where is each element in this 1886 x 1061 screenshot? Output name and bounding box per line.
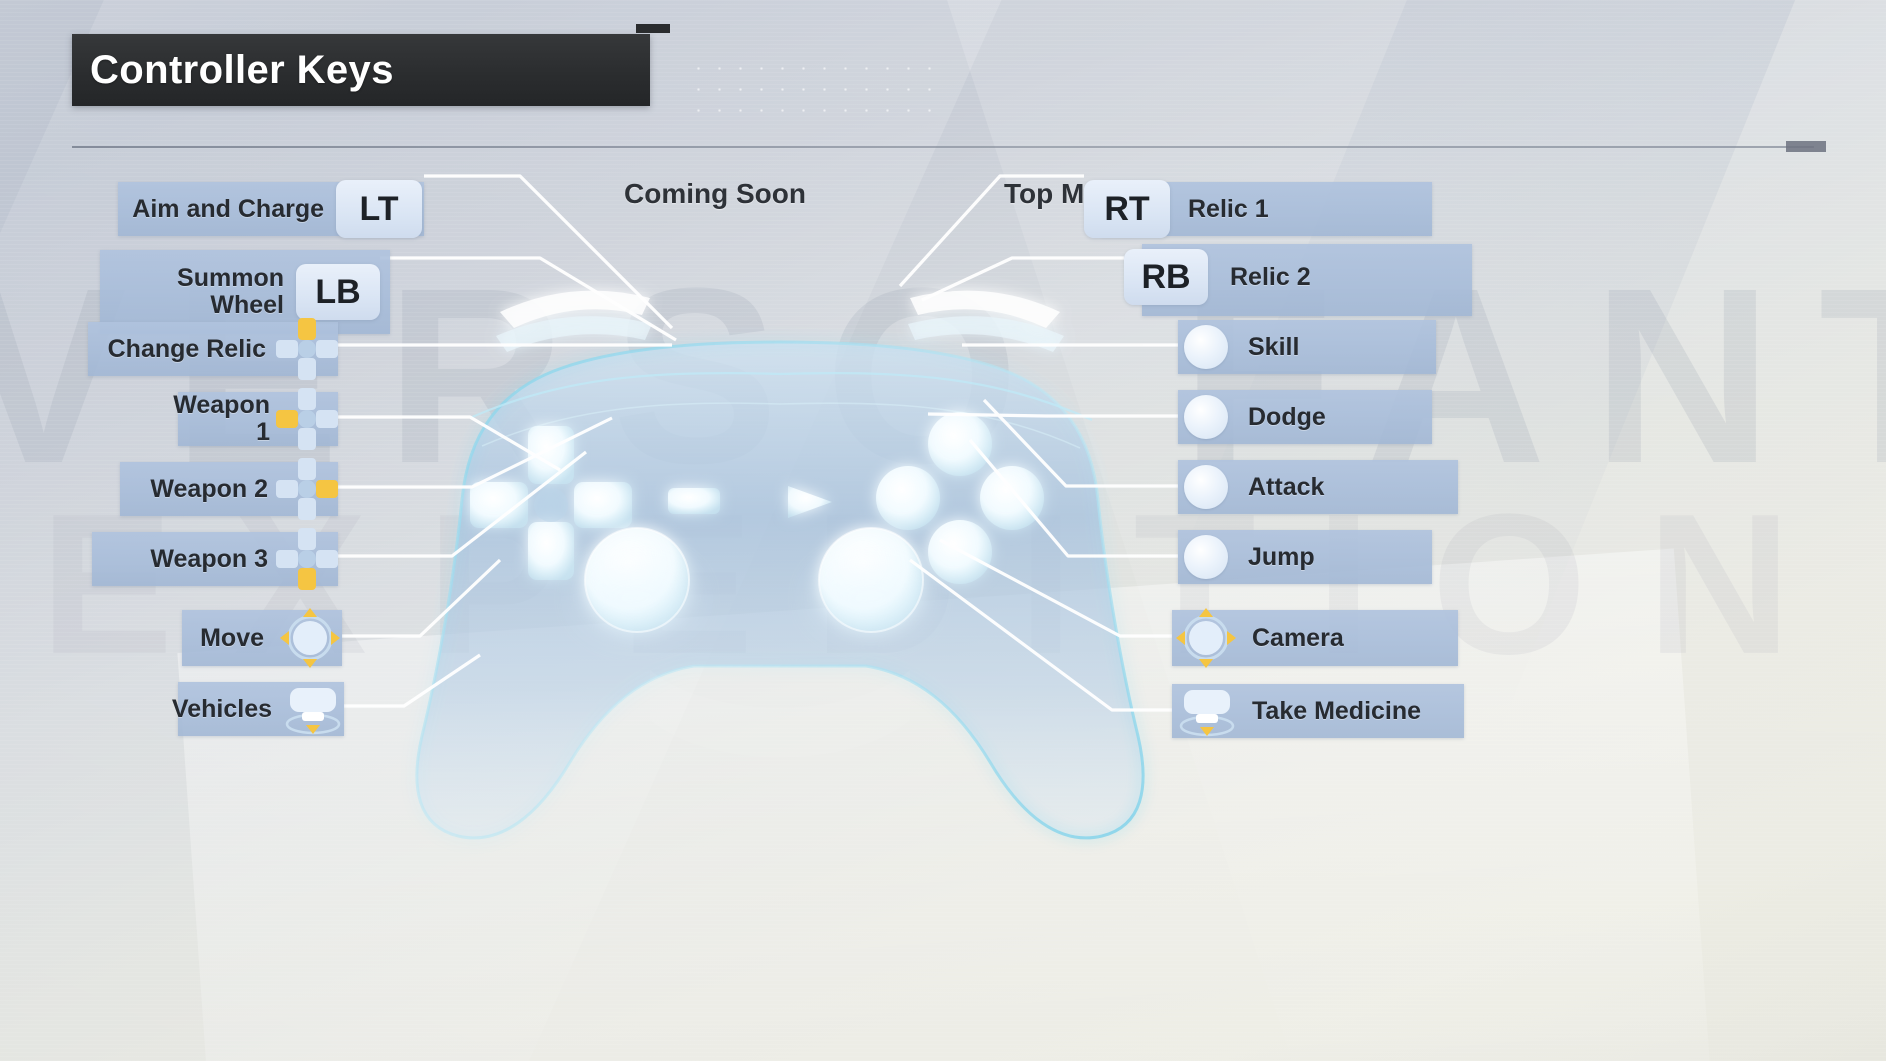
key-badge-label: LB: [315, 272, 361, 311]
binding-action-label: Camera: [1252, 623, 1344, 652]
header-divider-cap: [1786, 141, 1826, 152]
controller-illustration: [350, 250, 1210, 870]
binding-row-weapon-2[interactable]: Weapon 2: [98, 458, 338, 520]
dpad-right-icon[interactable]: [276, 458, 338, 520]
face-button-icon-jump[interactable]: [1184, 535, 1228, 579]
binding-row-skill[interactable]: Skill: [1178, 320, 1436, 374]
background-diagonal-left: [0, 0, 1011, 1061]
face-button-icon-dodge[interactable]: [1184, 395, 1228, 439]
binding-action-label: Weapon 3: [150, 544, 268, 573]
binding-row-vehicles[interactable]: Vehicles: [156, 682, 344, 736]
trigger-badge-lt[interactable]: LT: [336, 180, 422, 238]
dpad-left-icon[interactable]: [276, 388, 338, 450]
binding-row-attack[interactable]: Attack: [1178, 460, 1458, 514]
face-button-icon-attack[interactable]: [1184, 465, 1228, 509]
binding-row-weapon-1[interactable]: Weapon 1: [158, 388, 338, 450]
binding-row-camera[interactable]: Camera: [1172, 608, 1458, 668]
key-badge-label: LT: [359, 189, 399, 228]
binding-action-label: Relic 2: [1230, 262, 1311, 291]
binding-action-label: Summon Wheel: [177, 264, 284, 319]
binding-row-aim-and-charge[interactable]: Aim and Charge LT: [98, 180, 424, 238]
binding-action-label: Dodge: [1248, 402, 1326, 431]
header-divider: [72, 146, 1814, 148]
background-lower-sheet: [177, 548, 1723, 1061]
binding-action-label: Weapon 2: [150, 474, 268, 503]
binding-row-take-medicine[interactable]: Take Medicine: [1172, 684, 1464, 738]
binding-action-label: Relic 1: [1188, 194, 1269, 223]
right-stick-icon[interactable]: [1174, 606, 1238, 670]
binding-action-label: Weapon 1: [173, 391, 270, 446]
binding-action-label: Jump: [1248, 542, 1315, 571]
binding-row-move[interactable]: Move: [158, 608, 342, 668]
binding-action-label: Change Relic: [107, 334, 266, 363]
dpad-down-icon[interactable]: [276, 528, 338, 590]
title-tick-mark: [636, 24, 670, 33]
binding-action-label: Aim and Charge: [132, 194, 324, 223]
trigger-badge-rt[interactable]: RT: [1084, 180, 1170, 238]
binding-row-dodge[interactable]: Dodge: [1178, 390, 1432, 444]
binding-row-jump[interactable]: Jump: [1178, 530, 1432, 584]
left-stick-press-icon[interactable]: [282, 682, 344, 736]
key-badge-label: RT: [1104, 189, 1150, 228]
center-label-coming-soon: Coming Soon: [624, 178, 806, 209]
binding-row-weapon-3[interactable]: Weapon 3: [70, 528, 338, 590]
binding-row-relic-2[interactable]: RB Relic 2: [1124, 244, 1476, 316]
binding-row-change-relic[interactable]: Change Relic: [66, 318, 338, 380]
binding-action-label: Vehicles: [171, 694, 272, 723]
binding-action-label: Take Medicine: [1252, 696, 1422, 725]
page-title: Controller Keys: [90, 47, 394, 92]
right-stick-press-icon[interactable]: [1176, 684, 1238, 738]
controller-keys-screen: VERSO FANTASY EXPEDITION Controller Keys: [0, 0, 1886, 1061]
left-stick-icon[interactable]: [278, 606, 342, 670]
binding-action-label: Attack: [1248, 472, 1325, 501]
bumper-badge-rb[interactable]: RB: [1124, 249, 1208, 305]
binding-action-label: Skill: [1248, 332, 1300, 361]
bumper-badge-lb[interactable]: LB: [296, 264, 380, 320]
binding-action-label: Move: [200, 623, 264, 652]
header-dot-pattern: [688, 58, 940, 120]
page-title-banner: Controller Keys: [72, 34, 650, 106]
dpad-up-icon[interactable]: [276, 318, 338, 380]
key-badge-label: RB: [1141, 257, 1191, 296]
binding-row-relic-1[interactable]: RT Relic 1: [1084, 180, 1432, 238]
face-button-icon-skill[interactable]: [1184, 325, 1228, 369]
